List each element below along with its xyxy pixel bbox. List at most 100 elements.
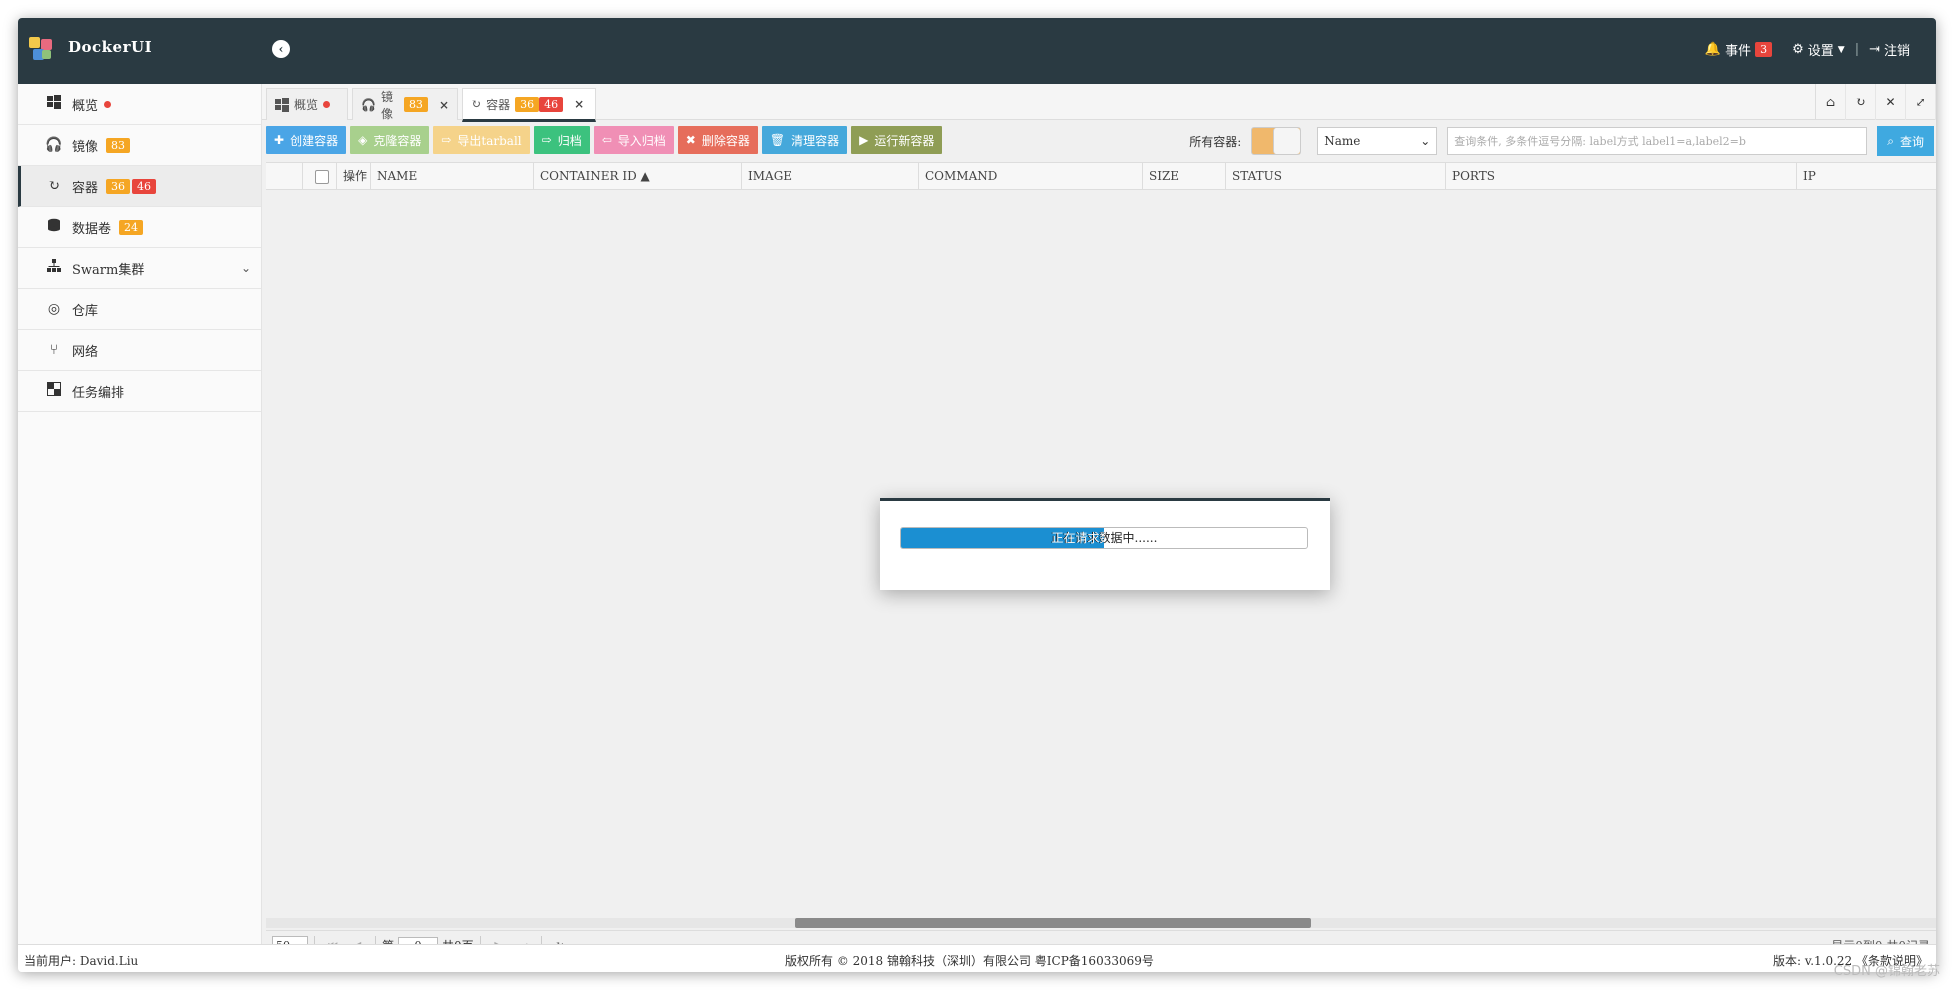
windows-icon	[275, 97, 289, 112]
sidebar-item-containers[interactable]: ↻ 容器 36 46	[18, 166, 261, 207]
tab-label: 镜像	[380, 89, 393, 121]
double-chevron-down-icon: ⌄	[240, 261, 251, 275]
archive-button[interactable]: ⇨ 归档	[533, 126, 590, 154]
sign-out-icon: ⇥	[1869, 42, 1880, 57]
watermark: CSDN @锦翰老苏	[1833, 964, 1940, 979]
podcast-icon: ◎	[47, 301, 61, 317]
sidebar-item-orchestration[interactable]: 任务编排	[18, 371, 261, 412]
fullscreen-icon[interactable]: ⤢	[1906, 84, 1936, 120]
trash-icon: 🗑	[769, 133, 786, 147]
select-value: Name	[1324, 134, 1361, 148]
current-user: 当前用户: David.Liu	[24, 954, 139, 968]
progress-text-inverse: 正在请求数据中......	[1051, 531, 1104, 545]
run-new-container-button[interactable]: ▶ 运行新容器	[851, 126, 943, 154]
button-label: 删除容器	[701, 133, 750, 148]
cleanup-container-button[interactable]: 🗑 清理容器	[761, 126, 848, 154]
tab-label: 容器	[486, 97, 511, 112]
close-icon[interactable]: ✕	[1876, 84, 1906, 120]
clone-container-button[interactable]: ◈ 克隆容器	[350, 126, 430, 154]
search-button[interactable]: ⌕ 查询	[1877, 126, 1934, 156]
sidebar-item-label: 网络	[72, 344, 99, 360]
sidebar-item-images[interactable]: 🎧 镜像 83	[18, 125, 261, 166]
tab-overview[interactable]: 概览	[266, 88, 348, 120]
col-actions: 操作	[336, 163, 370, 190]
sidebar-item-label: 任务编排	[72, 385, 125, 401]
col-ports[interactable]: PORTS	[1445, 163, 1796, 190]
sign-in-icon: ⇨	[541, 133, 552, 147]
button-label: 创建容器	[290, 133, 339, 148]
button-label: 导入归档	[617, 133, 666, 148]
bell-icon: 🔔	[1704, 42, 1722, 57]
tab-images[interactable]: 🎧 镜像 83 ×	[352, 88, 458, 121]
settings-button[interactable]: ⚙ 设置 ▼	[1792, 40, 1845, 59]
tab-badge: 46	[539, 96, 564, 112]
sidebar-item-label: 概览	[72, 98, 99, 114]
col-size[interactable]: SIZE	[1142, 163, 1225, 190]
col-status[interactable]: STATUS	[1225, 163, 1445, 190]
logout-label: 注销	[1883, 44, 1910, 59]
filter-field-select[interactable]: Name ⌄	[1317, 127, 1438, 155]
caret-down-icon: ▼	[1837, 44, 1845, 55]
col-ip[interactable]: IP	[1796, 163, 1936, 190]
close-tab-icon[interactable]: ×	[439, 98, 449, 112]
create-container-button[interactable]: ✚ 创建容器	[266, 126, 347, 154]
database-icon	[44, 218, 64, 236]
logout-button[interactable]: ⇥ 注销	[1869, 40, 1910, 59]
sidebar-item-volumes[interactable]: 数据卷 24	[18, 207, 261, 248]
sitemap-icon	[44, 259, 64, 277]
events-count-badge: 3	[1755, 42, 1773, 57]
sidebar-item-label: 仓库	[72, 303, 99, 319]
chevron-down-icon: ⌄	[1420, 134, 1431, 148]
tag-icon: ◈	[358, 133, 368, 147]
refresh-icon[interactable]: ↻	[1846, 84, 1876, 120]
filter-bar: 所有容器: Name ⌄ 查询条件, 多条件逗号分隔: label方式 labe…	[1189, 126, 1936, 156]
total-count-badge: 46	[132, 178, 157, 194]
col-name[interactable]: NAME	[370, 163, 533, 190]
horizontal-scrollbar[interactable]	[266, 918, 1936, 928]
col-image[interactable]: IMAGE	[741, 163, 918, 190]
search-icon: ⌕	[1887, 133, 1894, 148]
headphones-icon: 🎧	[361, 97, 376, 112]
all-containers-toggle[interactable]	[1251, 127, 1302, 155]
export-tarball-button[interactable]: ⇨ 导出tarball	[433, 126, 530, 154]
events-button[interactable]: 🔔 事件 3	[1704, 40, 1773, 59]
delete-container-button[interactable]: ✖ 删除容器	[677, 126, 758, 154]
events-label: 事件	[1725, 44, 1752, 59]
col-checkbox	[302, 163, 336, 190]
running-count-badge: 36	[106, 178, 131, 194]
tab-label: 概览	[294, 98, 319, 112]
tab-badge: 36	[515, 96, 540, 112]
gear-icon: ⚙	[1792, 42, 1804, 57]
sidebar-item-overview[interactable]: 概览	[18, 84, 261, 125]
home-icon[interactable]: ⌂	[1816, 84, 1846, 120]
search-placeholder: 查询条件, 多条件逗号分隔: label方式 label1=a,label2=b	[1454, 135, 1746, 148]
sidebar-item-swarm[interactable]: Swarm集群 ⌄	[18, 248, 261, 289]
all-containers-label: 所有容器:	[1189, 134, 1242, 149]
close-tab-icon[interactable]: ×	[574, 97, 584, 111]
col-command[interactable]: COMMAND	[918, 163, 1142, 190]
progress-text-overlay: 正在请求数据中......	[901, 528, 1104, 548]
sidebar-item-label: Swarm集群	[72, 262, 145, 278]
sidebar-item-network[interactable]: ⑂ 网络	[18, 330, 261, 371]
collapse-sidebar-button[interactable]: ‹	[272, 40, 290, 58]
tab-tools: ⌂ ↻ ✕ ⤢	[1815, 84, 1936, 120]
tab-containers[interactable]: ↻ 容器 36 46 ×	[462, 88, 596, 122]
notification-dot	[104, 100, 112, 108]
sidebar-item-registry[interactable]: ◎ 仓库	[18, 289, 261, 330]
windows-icon	[44, 95, 64, 113]
settings-label: 设置	[1807, 44, 1834, 59]
containers-icon: ↻	[471, 97, 482, 111]
import-icon: ⇦	[601, 133, 612, 147]
scrollbar-thumb[interactable]	[795, 918, 1311, 928]
play-circle-icon: ▶	[859, 133, 869, 147]
loading-progress-bar: 正在请求数据中...... 正在请求数据中......	[900, 527, 1308, 549]
search-input[interactable]: 查询条件, 多条件逗号分隔: label方式 label1=a,label2=b	[1447, 127, 1868, 155]
plus-icon: ✚	[274, 133, 285, 147]
header-actions: 🔔 事件 3 ⚙ 设置 ▼ | ⇥ 注销	[1705, 40, 1910, 59]
tab-bar: 概览 🎧 镜像 83 × ↻ 容器 36 46 × ⌂ ↻ ✕ ⤢	[262, 84, 1936, 122]
toggle-knob	[1273, 128, 1301, 154]
col-container-id[interactable]: CONTAINER ID ▲	[533, 163, 741, 190]
import-archive-button[interactable]: ⇦ 导入归档	[593, 126, 674, 154]
sidebar-item-label: 镜像	[72, 139, 99, 155]
footer: 当前用户: David.Liu 版权所有 © 2018 锦翰科技（深圳）有限公司…	[18, 944, 1936, 972]
